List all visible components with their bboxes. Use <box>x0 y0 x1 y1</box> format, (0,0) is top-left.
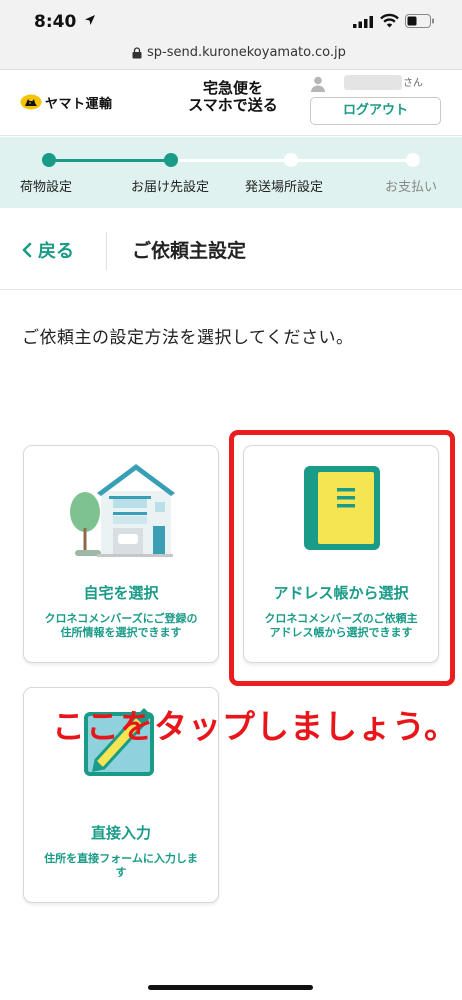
progress-dot-step-3 <box>284 153 298 167</box>
cellular-signal-icon <box>353 16 373 28</box>
black-cat-logo-icon <box>20 94 42 110</box>
status-time: 8:40 <box>34 12 77 32</box>
header-divider <box>106 232 107 270</box>
status-bar: 8:40 <box>0 0 462 40</box>
logo-text: ヤマト運輸 <box>45 96 113 112</box>
browser-address-bar[interactable]: sp-send.kuronekoyamato.co.jp <box>0 40 462 70</box>
service-tagline: 宅急便を スマホで送る <box>183 80 283 114</box>
chevron-left-icon <box>22 242 32 258</box>
option-desc-direct-input-line-1: 住所を直接フォームに入力しま <box>44 852 198 865</box>
progress-label-step-4: お支払い <box>385 180 438 195</box>
back-button-label: 戻る <box>38 241 74 262</box>
progress-dot-step-1 <box>42 153 56 167</box>
progress-line-done <box>49 159 171 162</box>
option-desc-direct-input-line-2: す <box>115 866 127 879</box>
user-icon <box>311 76 325 92</box>
house-icon <box>70 464 175 557</box>
tagline-line-2: スマホで送る <box>188 96 278 114</box>
progress-steps: 荷物設定 お届け先設定 発送場所設定 お支払い <box>0 137 462 208</box>
page-header: 戻る ご依頼主設定 <box>0 208 462 290</box>
home-indicator[interactable] <box>148 985 313 990</box>
back-button[interactable]: 戻る <box>22 237 74 263</box>
option-desc-home-line-1: クロネコメンバーズにご登録の <box>44 612 198 625</box>
option-desc-direct-input: 住所を直接フォームに入力しま す <box>30 852 212 880</box>
option-title-home: 自宅を選択 <box>83 584 159 602</box>
lock-icon <box>132 47 142 59</box>
battery-icon <box>405 14 434 28</box>
progress-label-step-2: お届け先設定 <box>131 180 210 195</box>
annotation-text: ここをタップしましょう。 <box>52 707 459 746</box>
option-card-home[interactable]: 自宅を選択 クロネコメンバーズにご登録の 住所情報を選択できます <box>23 445 219 663</box>
instruction-text: ご依頼主の設定方法を選択してください。 <box>22 328 354 348</box>
logout-button[interactable]: ログアウト <box>310 97 441 125</box>
yamato-logo[interactable]: ヤマト運輸 <box>20 92 113 112</box>
progress-dot-step-4 <box>406 153 420 167</box>
wifi-icon <box>380 13 399 28</box>
site-header: ヤマト運輸 宅急便を スマホで送る さん ログアウト <box>0 70 462 136</box>
page-title: ご依頼主設定 <box>132 240 247 262</box>
location-arrow-icon <box>85 15 95 25</box>
progress-label-step-1: 荷物設定 <box>20 180 73 195</box>
user-name-redacted <box>344 75 402 90</box>
url-text: sp-send.kuronekoyamato.co.jp <box>147 45 346 60</box>
option-desc-home-line-2: 住所情報を選択できます <box>60 626 182 639</box>
progress-label-step-3: 発送場所設定 <box>245 180 324 195</box>
option-title-direct-input: 直接入力 <box>90 824 151 842</box>
progress-dot-step-2 <box>164 153 178 167</box>
tagline-line-1: 宅急便を <box>202 79 263 97</box>
highlight-box <box>229 430 455 686</box>
option-desc-home: クロネコメンバーズにご登録の 住所情報を選択できます <box>30 612 212 640</box>
user-name-suffix: さん <box>403 78 423 89</box>
